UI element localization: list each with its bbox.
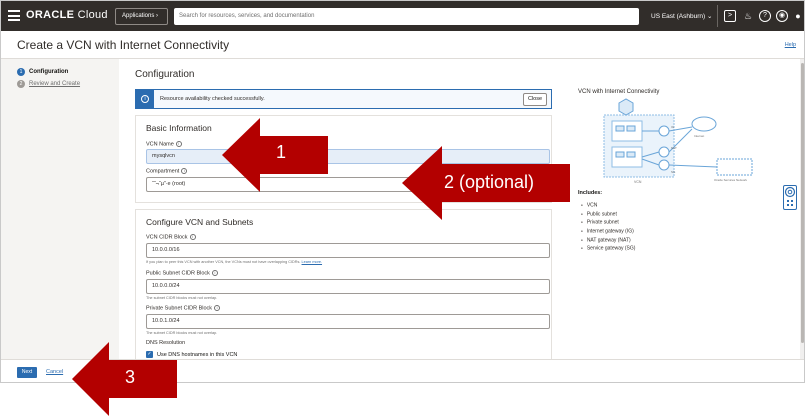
diagram-label-oracle-services: Oracle Services Network	[714, 178, 748, 182]
info-icon[interactable]: i	[181, 168, 188, 174]
scrollbar-thumb[interactable]	[801, 63, 804, 343]
info-icon[interactable]: i	[211, 270, 218, 276]
list-item: Internet gateway (IG)	[581, 227, 635, 236]
router-icon	[618, 98, 634, 116]
region-selector[interactable]: US East (Ashburn) ⌄	[651, 8, 712, 25]
card-title: Configure VCN and Subnets	[146, 217, 254, 227]
profile-icon[interactable]: ●	[792, 10, 804, 22]
public-subnet-label: Public Subnet CIDR Block i	[146, 270, 218, 276]
private-subnet-hint: The subnet CIDR blocks must not overlap.	[146, 331, 218, 335]
private-subnet-input[interactable]: 10.0.1.0/24	[146, 314, 550, 329]
step-review-and-create[interactable]: 2 Review and Create	[17, 80, 80, 88]
oracle-cloud-logo[interactable]: ORACLE Cloud	[26, 9, 108, 21]
info-icon[interactable]: i	[175, 141, 182, 147]
vcn-cidr-hint: If you plan to peer this VCN with anothe…	[146, 260, 323, 264]
page-title: Create a VCN with Internet Connectivity	[17, 38, 230, 52]
oracle-services-box	[716, 158, 753, 176]
public-subnet-input[interactable]: 10.0.0.0/24	[146, 279, 550, 294]
includes-list: VCN Public subnet Private subnet Interne…	[581, 201, 636, 253]
learn-more-link[interactable]: Learn more.	[302, 260, 322, 264]
bell-icon[interactable]: ♨	[742, 10, 754, 22]
list-item: Service gateway (SG)	[581, 244, 636, 253]
search-input[interactable]: Search for resources, services, and docu…	[174, 8, 639, 25]
step-label: Review and Create	[29, 81, 81, 87]
step-number: 2	[17, 80, 25, 88]
vcn-name-label: VCN Name i	[146, 141, 182, 147]
wizard-steps: 1 Configuration 2 Review and Create	[1, 59, 119, 359]
diagram-label-nat: NAT	[671, 146, 677, 150]
list-item: Private subnet	[581, 218, 635, 227]
support-widget-button[interactable]	[783, 185, 797, 210]
next-button[interactable]: Next	[17, 367, 37, 378]
vcn-cidr-label: VCN CIDR Block i	[146, 234, 196, 240]
close-button[interactable]: Close	[523, 93, 547, 106]
annotation-label-3: 3	[125, 367, 136, 387]
list-item: NAT gateway (NAT)	[581, 236, 635, 245]
public-subnet-hint: The subnet CIDR blocks must not overlap.	[146, 296, 218, 300]
compartment-label: Compartment i	[146, 168, 188, 174]
diagram-title: VCN with Internet Connectivity	[578, 89, 660, 95]
step-configuration[interactable]: 1 Configuration	[17, 68, 68, 76]
applications-button[interactable]: Applications ›	[115, 8, 168, 25]
info-icon: i	[141, 95, 149, 103]
step-label: Configuration	[29, 69, 69, 75]
info-icon[interactable]: i	[214, 305, 221, 311]
help-icon[interactable]: ?	[759, 10, 771, 22]
private-subnet-label: Private Subnet CIDR Block i	[146, 305, 221, 311]
internet-cloud-icon	[691, 116, 717, 132]
list-item: VCN	[581, 201, 635, 210]
diagram-label-sg: SG	[671, 170, 676, 174]
diagram-label-vcn: VCN	[634, 180, 642, 184]
service-gateway-icon	[658, 159, 670, 171]
chevron-down-icon: ⌄	[707, 13, 713, 20]
chevron-right-icon: ›	[156, 13, 159, 19]
vcn-subnets-card: Configure VCN and Subnets VCN CIDR Block…	[135, 209, 552, 364]
top-navigation-bar: ORACLE Cloud Applications › Search for r…	[1, 1, 804, 31]
globe-icon[interactable]: ◉	[776, 10, 788, 22]
vcn-diagram: VCN Internet Oracle Services Network IG …	[603, 98, 753, 184]
vcn-cidr-input[interactable]: 10.0.0.0/16	[146, 243, 550, 258]
section-title: Configuration	[135, 69, 195, 80]
internet-gateway-icon	[658, 125, 670, 137]
hamburger-menu-icon[interactable]	[8, 10, 20, 21]
applications-label: Applications	[122, 13, 155, 19]
step-number: 1	[17, 68, 25, 76]
annotation-label-2: 2 (optional)	[444, 172, 535, 192]
page-header: Create a VCN with Internet Connectivity …	[1, 31, 804, 59]
list-item: Public subnet	[581, 210, 635, 219]
annotation-label-1: 1	[276, 142, 287, 162]
cloud-shell-icon[interactable]: >	[724, 10, 736, 22]
help-link[interactable]: Help	[785, 42, 796, 48]
cancel-link[interactable]: Cancel	[46, 369, 63, 375]
banner-icon-strip: i	[136, 90, 154, 108]
banner-message: Resource availability checked successful…	[160, 96, 265, 102]
lifebuoy-icon	[784, 186, 796, 206]
success-banner: i Resource availability checked successf…	[135, 89, 552, 109]
info-icon[interactable]: i	[189, 234, 196, 240]
nat-gateway-icon	[658, 146, 670, 158]
includes-title: Includes:	[578, 190, 603, 196]
divider	[717, 5, 718, 27]
diagram-label-internet: Internet	[694, 134, 704, 138]
card-title: Basic Information	[146, 123, 212, 133]
region-label: US East (Ashburn)	[651, 13, 706, 20]
